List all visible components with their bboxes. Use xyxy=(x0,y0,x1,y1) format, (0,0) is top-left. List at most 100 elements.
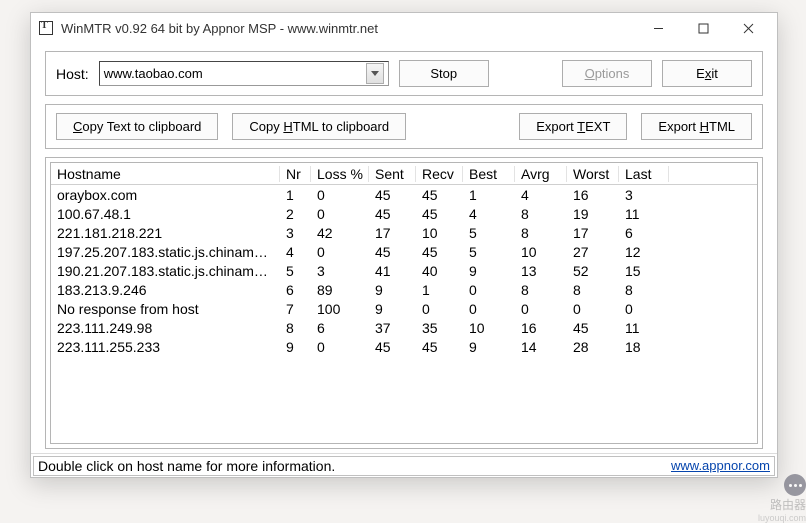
cell: 52 xyxy=(567,263,619,279)
host-combobox[interactable]: www.taobao.com xyxy=(99,61,389,86)
export-text-button[interactable]: Export TEXT xyxy=(519,113,627,140)
cell: 11 xyxy=(619,320,669,336)
table-row[interactable]: 223.111.249.9886373510164511 xyxy=(51,318,757,337)
col-loss[interactable]: Loss % xyxy=(311,166,369,182)
cell: 9 xyxy=(463,339,515,355)
cell: 4 xyxy=(515,187,567,203)
minimize-button[interactable] xyxy=(636,14,681,42)
cell: 12 xyxy=(619,244,669,260)
table-body: oraybox.com10454514163100.67.48.12045454… xyxy=(51,185,757,356)
cell: 40 xyxy=(416,263,463,279)
table-header: Hostname Nr Loss % Sent Recv Best Avrg W… xyxy=(51,163,757,185)
status-hint: Double click on host name for more infor… xyxy=(33,456,667,476)
table-row[interactable]: 100.67.48.1204545481911 xyxy=(51,204,757,223)
app-window: WinMTR v0.92 64 bit by Appnor MSP - www.… xyxy=(30,12,778,478)
cell: 221.181.218.221 xyxy=(51,225,280,241)
cell: oraybox.com xyxy=(51,187,280,203)
cell: No response from host xyxy=(51,301,280,317)
cell: 89 xyxy=(311,282,369,298)
cell: 223.111.255.233 xyxy=(51,339,280,355)
cell: 45 xyxy=(369,206,416,222)
cell: 0 xyxy=(311,187,369,203)
cell: 45 xyxy=(416,339,463,355)
stop-button[interactable]: Stop xyxy=(399,60,489,87)
col-avrg[interactable]: Avrg xyxy=(515,166,567,182)
col-worst[interactable]: Worst xyxy=(567,166,619,182)
client-area: Host: www.taobao.com Stop Options Exit C… xyxy=(31,43,777,453)
cell: 1 xyxy=(280,187,311,203)
cell: 37 xyxy=(369,320,416,336)
cell: 8 xyxy=(619,282,669,298)
cell: 10 xyxy=(515,244,567,260)
copy-html-button[interactable]: Copy HTML to clipboard xyxy=(232,113,406,140)
cell: 10 xyxy=(463,320,515,336)
exit-button[interactable]: Exit xyxy=(662,60,752,87)
cell: 9 xyxy=(463,263,515,279)
cell: 45 xyxy=(369,244,416,260)
chevron-down-icon[interactable] xyxy=(366,63,384,84)
close-button[interactable] xyxy=(726,14,771,42)
copy-text-button[interactable]: Copy Text to clipboard xyxy=(56,113,218,140)
cell: 18 xyxy=(619,339,669,355)
col-nr[interactable]: Nr xyxy=(280,166,311,182)
cell: 5 xyxy=(463,244,515,260)
cell: 190.21.207.183.static.js.chinamobile.... xyxy=(51,263,280,279)
cell: 10 xyxy=(416,225,463,241)
cell: 28 xyxy=(567,339,619,355)
table-row[interactable]: No response from host7100900000 xyxy=(51,299,757,318)
cell: 8 xyxy=(515,282,567,298)
status-link[interactable]: www.appnor.com xyxy=(667,456,775,476)
col-recv[interactable]: Recv xyxy=(416,166,463,182)
cell: 14 xyxy=(515,339,567,355)
watermark: 路由器 luyouqi.com xyxy=(716,474,806,518)
col-sent[interactable]: Sent xyxy=(369,166,416,182)
copy-group: Copy Text to clipboard Copy HTML to clip… xyxy=(45,104,763,149)
cell: 16 xyxy=(567,187,619,203)
cell: 8 xyxy=(515,225,567,241)
col-last[interactable]: Last xyxy=(619,166,669,182)
cell: 9 xyxy=(280,339,311,355)
cell: 35 xyxy=(416,320,463,336)
cell: 1 xyxy=(416,282,463,298)
col-hostname[interactable]: Hostname xyxy=(51,166,280,182)
host-value: www.taobao.com xyxy=(104,66,203,81)
cell: 0 xyxy=(567,301,619,317)
cell: 223.111.249.98 xyxy=(51,320,280,336)
table-row[interactable]: 183.213.9.246689910888 xyxy=(51,280,757,299)
cell: 0 xyxy=(311,339,369,355)
cell: 45 xyxy=(416,244,463,260)
cell: 3 xyxy=(311,263,369,279)
cell: 6 xyxy=(311,320,369,336)
cell: 45 xyxy=(369,187,416,203)
cell: 0 xyxy=(463,301,515,317)
cell: 0 xyxy=(311,206,369,222)
cell: 6 xyxy=(280,282,311,298)
cell: 45 xyxy=(567,320,619,336)
cell: 4 xyxy=(463,206,515,222)
table-row[interactable]: 221.181.218.221342171058176 xyxy=(51,223,757,242)
cell: 0 xyxy=(416,301,463,317)
maximize-button[interactable] xyxy=(681,14,726,42)
cell: 45 xyxy=(416,187,463,203)
results-table[interactable]: Hostname Nr Loss % Sent Recv Best Avrg W… xyxy=(50,162,758,444)
cell: 183.213.9.246 xyxy=(51,282,280,298)
cell: 100.67.48.1 xyxy=(51,206,280,222)
cell: 41 xyxy=(369,263,416,279)
table-row[interactable]: oraybox.com10454514163 xyxy=(51,185,757,204)
cell: 0 xyxy=(619,301,669,317)
cell: 7 xyxy=(280,301,311,317)
export-html-button[interactable]: Export HTML xyxy=(641,113,752,140)
cell: 45 xyxy=(416,206,463,222)
options-button: Options xyxy=(562,60,652,87)
table-row[interactable]: 197.25.207.183.static.js.chinamobile....… xyxy=(51,242,757,261)
cell: 5 xyxy=(280,263,311,279)
cell: 6 xyxy=(619,225,669,241)
cell: 3 xyxy=(619,187,669,203)
cell: 1 xyxy=(463,187,515,203)
table-row[interactable]: 223.111.255.2339045459142818 xyxy=(51,337,757,356)
col-best[interactable]: Best xyxy=(463,166,515,182)
table-row[interactable]: 190.21.207.183.static.js.chinamobile....… xyxy=(51,261,757,280)
cell: 45 xyxy=(369,339,416,355)
host-label: Host: xyxy=(56,66,89,82)
cell: 2 xyxy=(280,206,311,222)
